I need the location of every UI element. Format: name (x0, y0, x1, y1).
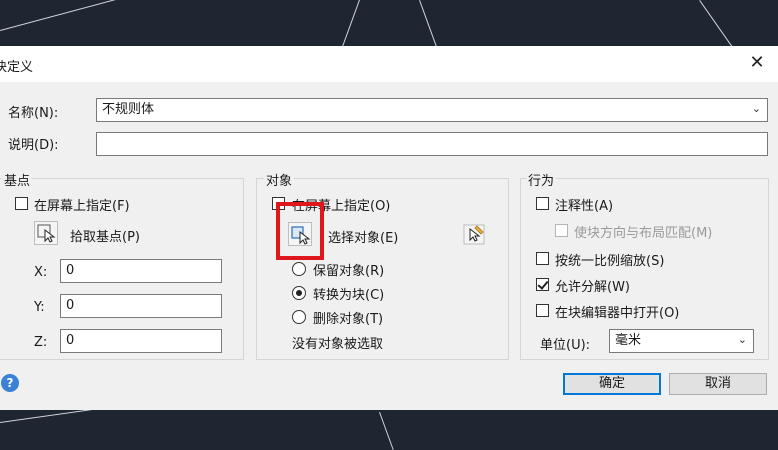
selection-status: 没有对象被选取 (292, 337, 384, 352)
retain-radio[interactable] (292, 262, 306, 276)
close-button[interactable]: ✕ (746, 52, 768, 74)
cancel-button[interactable]: 取消 (669, 373, 767, 395)
x-input[interactable]: 0 (60, 259, 222, 283)
behavior-title: 行为 (526, 170, 557, 189)
help-icon[interactable]: ? (1, 374, 19, 392)
match-orientation-checkbox[interactable] (555, 224, 568, 237)
delete-radio[interactable] (292, 310, 306, 324)
z-input[interactable]: 0 (60, 329, 222, 353)
titlebar: 块定义 ✕ (0, 46, 778, 82)
pick-point-label: 拾取基点(P) (70, 230, 140, 245)
open-editor-checkbox[interactable] (536, 304, 549, 317)
cad-line (341, 0, 360, 47)
y-input[interactable]: 0 (60, 294, 222, 318)
cad-line (379, 412, 394, 450)
annotative-label: 注释性(A) (555, 199, 614, 214)
basepoint-onscreen-label: 在屏幕上指定(F) (34, 199, 130, 214)
block-definition-dialog: 块定义 ✕ 名称(N): 不规则体 ⌄ 说明(D): 基点 在屏幕上指定(F) … (0, 46, 778, 410)
unit-value: 毫米 (615, 333, 642, 348)
ok-button[interactable]: 确定 (563, 373, 661, 395)
chevron-down-icon[interactable]: ⌄ (738, 331, 747, 349)
scale-uniformly-label: 按统一比例缩放(S) (555, 254, 665, 269)
objects-title: 对象 (264, 170, 295, 189)
unit-select[interactable]: 毫米 ⌄ (609, 329, 754, 353)
z-label: Z: (34, 335, 48, 350)
unit-label: 单位(U): (540, 338, 591, 353)
x-label: X: (34, 265, 48, 280)
quick-select-icon (463, 224, 485, 245)
y-label: Y: (34, 300, 45, 315)
match-orientation-label: 使块方向与布局匹配(M) (574, 226, 713, 241)
description-input[interactable] (96, 132, 768, 156)
description-label: 说明(D): (8, 138, 59, 153)
pick-point-button[interactable] (34, 221, 58, 245)
scale-uniformly-checkbox[interactable] (536, 252, 549, 265)
name-value: 不规则体 (102, 102, 155, 117)
cad-line (699, 0, 735, 50)
quick-select-button[interactable] (462, 222, 486, 246)
chevron-down-icon[interactable]: ⌄ (752, 100, 761, 118)
convert-label: 转换为块(C) (313, 288, 385, 303)
cad-line (419, 0, 438, 48)
convert-radio[interactable] (292, 286, 306, 300)
retain-label: 保留对象(R) (313, 264, 385, 279)
select-objects-label: 选择对象(E) (328, 231, 399, 246)
allow-explode-checkbox[interactable] (536, 278, 549, 291)
open-editor-label: 在块编辑器中打开(O) (555, 306, 680, 321)
pick-point-icon (37, 224, 56, 243)
basepoint-onscreen-checkbox[interactable] (15, 197, 28, 210)
delete-label: 删除对象(T) (313, 312, 384, 327)
dialog-title: 块定义 (0, 60, 34, 75)
highlight-box (276, 202, 324, 260)
allow-explode-label: 允许分解(W) (555, 280, 630, 295)
cad-line (0, 0, 117, 31)
name-label: 名称(N): (8, 106, 59, 121)
annotative-checkbox[interactable] (536, 197, 549, 210)
basepoint-title: 基点 (2, 170, 33, 189)
name-combobox[interactable]: 不规则体 ⌄ (96, 98, 768, 122)
